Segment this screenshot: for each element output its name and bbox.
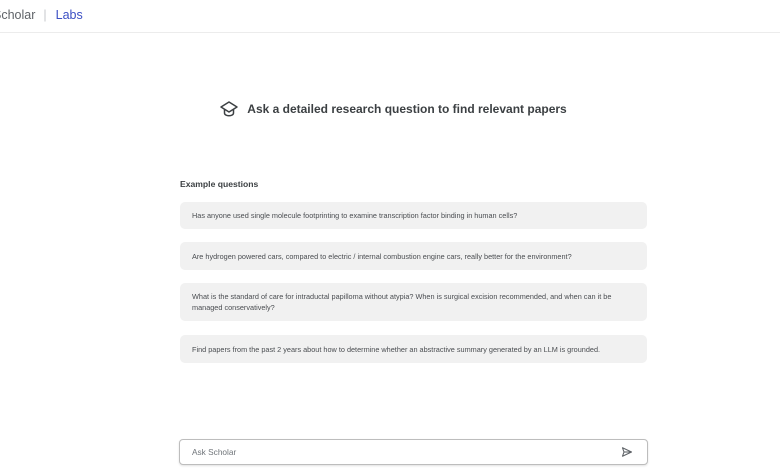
send-button[interactable]: [613, 440, 641, 464]
ask-input[interactable]: [180, 447, 613, 457]
hero-text: Ask a detailed research question to find…: [247, 102, 567, 116]
brand-name: Scholar: [0, 8, 36, 22]
top-bar: Scholar | Labs: [0, 0, 780, 33]
example-question[interactable]: Are hydrogen powered cars, compared to e…: [180, 242, 647, 270]
labs-label[interactable]: Labs: [56, 8, 83, 22]
ask-box: [179, 439, 648, 465]
brand-separator: |: [43, 8, 47, 22]
hero: Ask a detailed research question to find…: [0, 98, 780, 120]
example-question[interactable]: Find papers from the past 2 years about …: [180, 335, 647, 363]
example-question[interactable]: Has anyone used single molecule footprin…: [180, 202, 647, 229]
graduation-cap-icon: [220, 101, 239, 117]
examples-title: Example questions: [180, 179, 259, 189]
brand[interactable]: Scholar | Labs: [0, 8, 83, 22]
send-icon: [621, 447, 633, 457]
example-question[interactable]: What is the standard of care for intradu…: [180, 283, 647, 321]
